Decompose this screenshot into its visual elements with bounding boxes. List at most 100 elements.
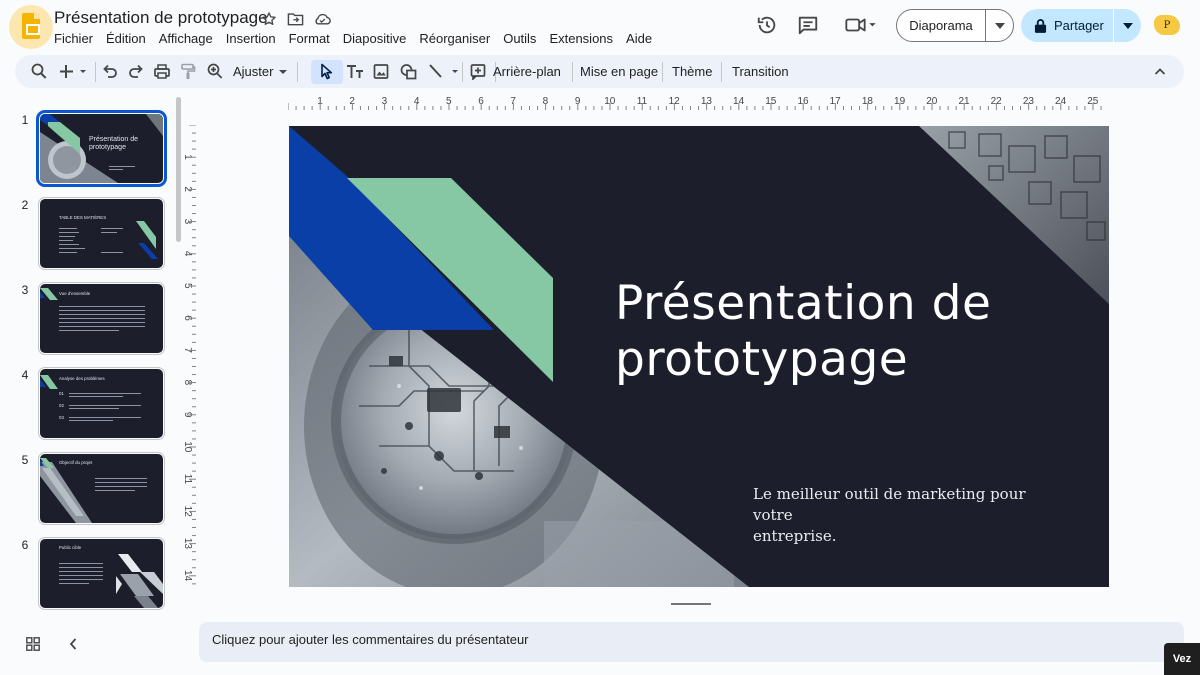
thumbnail-text-line: [59, 228, 77, 229]
shape-icon[interactable]: [400, 63, 417, 80]
thumbnail-text-line: [59, 330, 119, 331]
comments-icon[interactable]: [797, 14, 819, 36]
toolbar-divider: [462, 62, 463, 82]
slide-thumbnail-6[interactable]: Public cible: [38, 537, 165, 610]
background-button[interactable]: Arrière-plan: [493, 64, 561, 79]
slideshow-button[interactable]: Diaporama: [896, 9, 1014, 42]
thumbnail-title: Présentation de prototypage: [89, 136, 139, 151]
thumbnail-text-line: [59, 322, 145, 323]
thumbnail-art: [116, 554, 163, 608]
thumbnail-title: TABLE DES MATIÈRES: [59, 215, 107, 220]
theme-button[interactable]: Thème: [672, 64, 712, 79]
share-main[interactable]: Partager: [1021, 18, 1113, 33]
thumbnail-item-number: 03: [59, 415, 64, 420]
avatar[interactable]: P: [1154, 15, 1180, 35]
toolbar-divider: [297, 62, 298, 82]
slideshow-label: Diaporama: [909, 18, 973, 33]
thumbnail-text-line: [59, 326, 145, 327]
grid-view-icon[interactable]: [26, 637, 40, 656]
print-icon[interactable]: [154, 63, 170, 80]
slide-subtitle[interactable]: Le meilleur outil de marketing pour votr…: [753, 484, 1053, 547]
chevron-down-icon[interactable]: [1114, 22, 1141, 29]
slide-thumbnail-3[interactable]: Vue d'ensemble: [38, 282, 165, 355]
slide-subtitle-line-1: Le meilleur outil de marketing pour votr…: [753, 485, 1026, 524]
notes-resize-handle[interactable]: [671, 603, 711, 605]
move-folder-icon[interactable]: [287, 11, 305, 27]
paint-format-icon[interactable]: [180, 63, 196, 80]
line-tool-icon[interactable]: [428, 63, 460, 80]
thumbnail-text-line: [59, 579, 103, 580]
thumbnail-text-line: [59, 571, 103, 572]
thumbnail-title: Objectif du projet: [59, 460, 93, 465]
vertical-ruler[interactable]: 1234567891011121314: [180, 125, 196, 587]
text-box-icon[interactable]: [346, 63, 364, 80]
slide-thumbnail-1[interactable]: Présentation de prototypage: [36, 110, 167, 187]
zoom-select[interactable]: Ajuster: [233, 64, 273, 79]
thumbnail-title: Analyse des problèmes: [59, 376, 105, 381]
zoom-icon[interactable]: [207, 63, 223, 80]
thumbnail-text-line: [109, 166, 135, 167]
menu-insertion[interactable]: Insertion: [226, 31, 282, 46]
cloud-status-icon[interactable]: [313, 11, 331, 27]
thumbnail-item-number: 02: [59, 403, 64, 408]
chevron-down-icon[interactable]: [278, 63, 288, 80]
thumbnail-text-line: [59, 314, 145, 315]
slide-number: 3: [21, 283, 29, 297]
collapse-filmstrip-icon[interactable]: [68, 637, 78, 656]
toolbar-divider: [721, 62, 722, 82]
menu-aide[interactable]: Aide: [626, 31, 658, 46]
version-history-icon[interactable]: [756, 14, 778, 36]
layout-button[interactable]: Mise en page: [580, 64, 658, 79]
corner-badge[interactable]: Vez: [1164, 643, 1200, 675]
transition-button[interactable]: Transition: [732, 64, 789, 79]
slide-thumbnail-2[interactable]: TABLE DES MATIÈRES: [38, 197, 165, 270]
redo-icon[interactable]: [128, 63, 144, 80]
slide-thumbnail-5[interactable]: Objectif du projet: [38, 452, 165, 525]
slide-number: 4: [21, 368, 29, 382]
horizontal-ruler[interactable]: 1 2 3 4 5 6 7 8 9 10 11 12 13 14 15 16 17 18 19 20 21 22 23 24 2…: [288, 94, 1108, 110]
toolbar-divider: [662, 62, 663, 82]
thumbnail-text-line: [109, 169, 123, 170]
toolbar-divider: [95, 62, 96, 82]
menu-affichage[interactable]: Affichage: [159, 31, 219, 46]
slide-thumbnail-4[interactable]: Analyse des problèmes 01 02 03: [38, 367, 165, 440]
menu-fichier[interactable]: Fichier: [54, 31, 99, 46]
thumbnail-text-line: [95, 482, 147, 483]
slides-logo[interactable]: [9, 5, 53, 49]
speaker-notes[interactable]: Cliquez pour ajouter les commentaires du…: [199, 622, 1184, 662]
menu-diapositive[interactable]: Diapositive: [343, 31, 413, 46]
menu-outils[interactable]: Outils: [503, 31, 542, 46]
thumbnail-text-line: [69, 393, 141, 394]
search-menus-icon[interactable]: [31, 63, 47, 80]
thumbnail-item-number: 01: [59, 391, 64, 396]
star-icon[interactable]: [261, 11, 279, 27]
thumbnail-text-line: [95, 478, 147, 479]
slide-number: 5: [21, 453, 29, 467]
thumbnail-title: Vue d'ensemble: [59, 291, 91, 296]
menu-extensions[interactable]: Extensions: [549, 31, 619, 46]
thumbnail-text-line: [59, 248, 85, 249]
undo-icon[interactable]: [102, 63, 118, 80]
share-label: Partager: [1054, 18, 1104, 33]
thumbnail-text-line: [101, 232, 117, 233]
toolbar-divider: [572, 62, 573, 82]
thumbnail-text-line: [59, 567, 103, 568]
new-slide-icon[interactable]: [59, 63, 87, 80]
menu-reorganiser[interactable]: Réorganiser: [419, 31, 496, 46]
slide-title[interactable]: Présentation de prototypage: [615, 276, 991, 388]
slide-canvas[interactable]: Présentation de prototypage Le meilleur …: [289, 126, 1109, 587]
thumbnail-text-line: [101, 228, 123, 229]
menu-edition[interactable]: Édition: [106, 31, 152, 46]
meet-icon[interactable]: [843, 14, 879, 36]
menu-format[interactable]: Format: [289, 31, 336, 46]
select-cursor-icon[interactable]: [319, 63, 335, 80]
share-button[interactable]: Partager: [1021, 9, 1141, 42]
image-icon[interactable]: [373, 63, 389, 80]
thumbnail-text-line: [59, 244, 79, 245]
slide-title-line-1: Présentation de: [615, 276, 992, 331]
thumbnail-text-line: [95, 486, 147, 487]
collapse-toolbar-icon[interactable]: [1154, 63, 1166, 80]
chevron-down-icon[interactable]: [986, 22, 1013, 29]
document-title[interactable]: Présentation de prototypage: [54, 8, 268, 28]
add-comment-icon[interactable]: [470, 63, 486, 80]
